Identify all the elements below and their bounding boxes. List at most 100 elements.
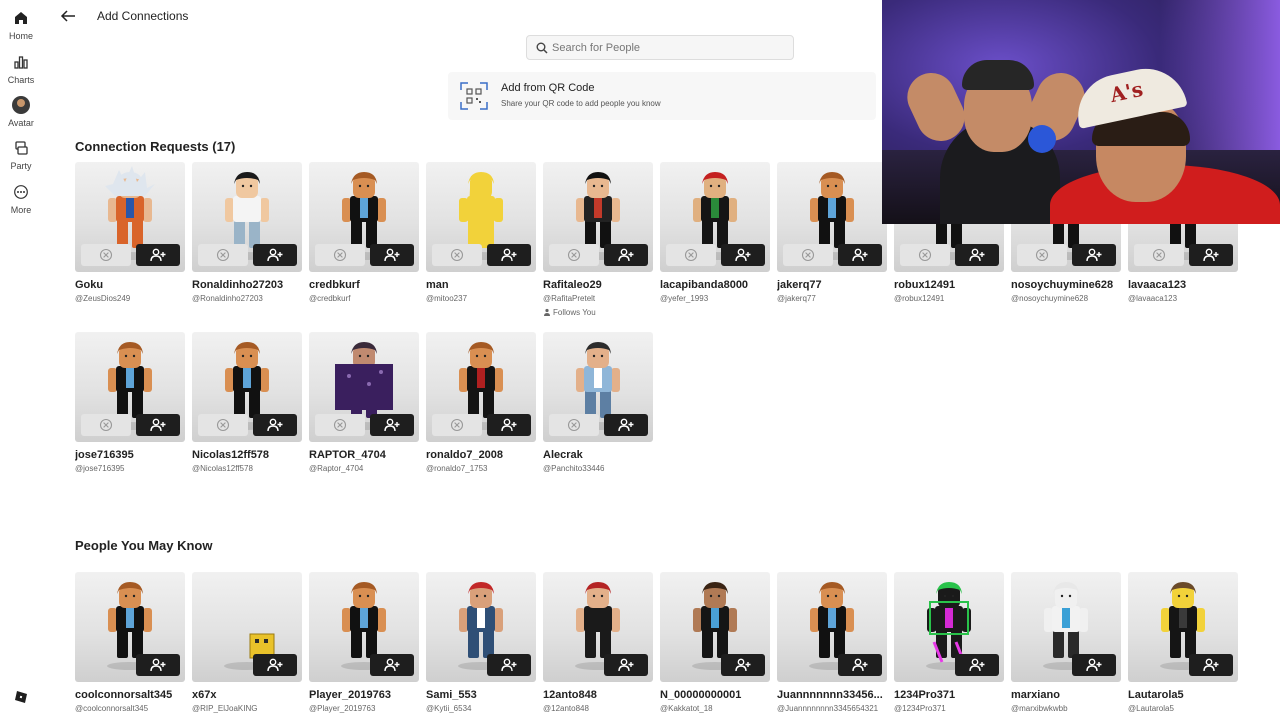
suggested-person-card[interactable]: marxiano @marxibwkwbb — [1011, 572, 1121, 713]
add-friend-button[interactable] — [370, 654, 414, 676]
back-arrow-icon[interactable] — [60, 9, 76, 23]
decline-button[interactable] — [1134, 244, 1184, 266]
avatar[interactable] — [75, 162, 185, 272]
avatar[interactable] — [426, 162, 536, 272]
connection-request-card[interactable]: Goku @ZeusDios249 — [75, 162, 185, 303]
add-friend-button[interactable] — [721, 654, 765, 676]
user-handle: @Player_2019763 — [309, 704, 376, 713]
add-friend-button[interactable] — [1189, 654, 1233, 676]
decline-button[interactable] — [198, 244, 248, 266]
decline-button[interactable] — [81, 414, 131, 436]
connection-request-card[interactable]: jose716395 @jose716395 — [75, 332, 185, 473]
accept-button[interactable] — [1072, 244, 1116, 266]
search-input[interactable] — [552, 38, 782, 58]
avatar[interactable] — [777, 572, 887, 682]
avatar[interactable] — [426, 572, 536, 682]
avatar[interactable] — [894, 572, 1004, 682]
accept-button[interactable] — [604, 414, 648, 436]
accept-button[interactable] — [604, 244, 648, 266]
decline-button[interactable] — [198, 414, 248, 436]
suggested-person-card[interactable]: Juannnnnnn33456... @Juannnnnnnn3345654321 — [777, 572, 887, 713]
suggested-person-card[interactable]: x67x @RIP_ElJoaKING — [192, 572, 302, 713]
search-box[interactable] — [526, 35, 794, 60]
connection-request-card[interactable]: jakerq77 @jakerq77 — [777, 162, 887, 303]
connection-request-card[interactable]: Ronaldinho27203 @Ronaldinho27203 — [192, 162, 302, 303]
avatar[interactable] — [426, 332, 536, 442]
avatar[interactable] — [192, 332, 302, 442]
nav-charts[interactable]: Charts — [0, 54, 42, 85]
add-friend-button[interactable] — [487, 654, 531, 676]
nav-party[interactable]: Party — [0, 140, 42, 171]
accept-button[interactable] — [1189, 244, 1233, 266]
avatar[interactable] — [777, 162, 887, 272]
connection-request-card[interactable]: Rafitaleo29 @RafitaPretelt Follows You — [543, 162, 653, 317]
suggested-person-card[interactable]: 12anto848 @12anto848 — [543, 572, 653, 713]
user-display-name: Ronaldinho27203 — [192, 279, 284, 291]
avatar[interactable] — [660, 162, 770, 272]
avatar[interactable] — [309, 162, 419, 272]
avatar[interactable] — [543, 572, 653, 682]
decline-button[interactable] — [783, 244, 833, 266]
connection-request-card[interactable]: RAPTOR_4704 @Raptor_4704 — [309, 332, 419, 473]
decline-button[interactable] — [666, 244, 716, 266]
nav-avatar[interactable]: Avatar — [0, 96, 42, 128]
decline-button[interactable] — [315, 244, 365, 266]
accept-button[interactable] — [487, 414, 531, 436]
avatar[interactable] — [1011, 572, 1121, 682]
suggested-person-card[interactable]: Player_2019763 @Player_2019763 — [309, 572, 419, 713]
decline-button[interactable] — [549, 414, 599, 436]
avatar[interactable] — [75, 332, 185, 442]
add-friend-button[interactable] — [838, 654, 882, 676]
suggested-person-card[interactable]: Sami_553 @Kytii_6534 — [426, 572, 536, 713]
decline-button[interactable] — [432, 244, 482, 266]
nav-home[interactable]: Home — [0, 10, 42, 41]
suggested-person-card[interactable]: N_00000000001 @Kakkatot_18 — [660, 572, 770, 713]
connection-request-card[interactable]: Alecrak @Panchito33446 — [543, 332, 653, 473]
accept-button[interactable] — [955, 244, 999, 266]
decline-button[interactable] — [432, 414, 482, 436]
avatar[interactable] — [192, 572, 302, 682]
avatar[interactable] — [192, 162, 302, 272]
connection-request-card[interactable]: ronaldo7_2008 @ronaldo7_1753 — [426, 332, 536, 473]
decline-button[interactable] — [81, 244, 131, 266]
add-friend-button[interactable] — [604, 654, 648, 676]
nav-more[interactable]: More — [0, 184, 42, 215]
avatar[interactable] — [75, 572, 185, 682]
suggested-person-card[interactable]: Lautarola5 @Lautarola5 — [1128, 572, 1238, 713]
add-friend-button[interactable] — [253, 654, 297, 676]
suggested-person-card[interactable]: coolconnorsalt345 @coolconnorsalt345 — [75, 572, 185, 713]
avatar[interactable] — [309, 332, 419, 442]
suggested-person-card[interactable]: 1234Pro371 @1234Pro371 — [894, 572, 1004, 713]
accept-button[interactable] — [838, 244, 882, 266]
decline-button[interactable] — [549, 244, 599, 266]
connection-request-card[interactable]: credbkurf @credbkurf — [309, 162, 419, 303]
accept-button[interactable] — [370, 414, 414, 436]
decline-button[interactable] — [1017, 244, 1067, 266]
avatar[interactable] — [309, 572, 419, 682]
add-from-qr-button[interactable]: Add from QR Code Share your QR code to a… — [448, 72, 876, 120]
decline-button[interactable] — [900, 244, 950, 266]
connection-request-card[interactable]: Nicolas12ff578 @Nicolas12ff578 — [192, 332, 302, 473]
decline-button[interactable] — [315, 414, 365, 436]
roblox-logo-icon[interactable] — [14, 690, 28, 704]
user-handle: @jakerq77 — [777, 294, 816, 303]
add-friend-button[interactable] — [136, 654, 180, 676]
webcam-overlay: A's — [882, 0, 1280, 224]
add-friend-button[interactable] — [1072, 654, 1116, 676]
accept-button[interactable] — [136, 244, 180, 266]
add-friend-button[interactable] — [955, 654, 999, 676]
accept-button[interactable] — [136, 414, 180, 436]
avatar[interactable] — [543, 332, 653, 442]
avatar[interactable] — [660, 572, 770, 682]
avatar[interactable] — [1128, 572, 1238, 682]
accept-button[interactable] — [487, 244, 531, 266]
connection-request-card[interactable]: man @mitoo237 — [426, 162, 536, 303]
add-friend-icon — [852, 248, 868, 262]
avatar[interactable] — [543, 162, 653, 272]
connection-request-card[interactable]: lacapibanda8000 @yefer_1993 — [660, 162, 770, 303]
accept-button[interactable] — [253, 244, 297, 266]
accept-button[interactable] — [253, 414, 297, 436]
user-display-name: Nicolas12ff578 — [192, 449, 270, 461]
accept-button[interactable] — [721, 244, 765, 266]
accept-button[interactable] — [370, 244, 414, 266]
